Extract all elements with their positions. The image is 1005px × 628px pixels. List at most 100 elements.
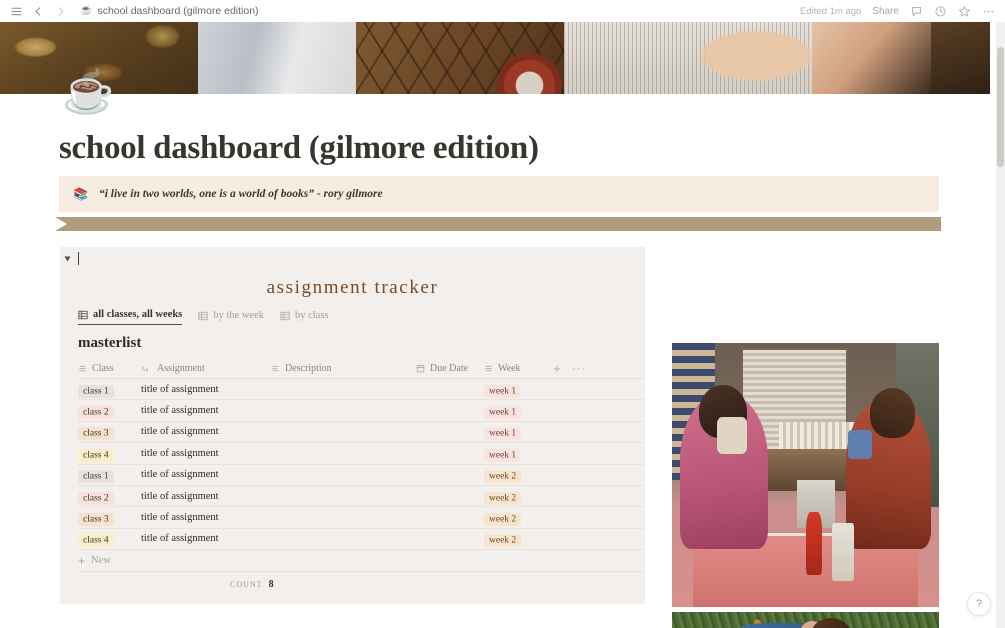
table-row[interactable]: class 1 title of assignment week 1 — [78, 379, 645, 401]
class-tag: class 4 — [78, 448, 114, 462]
autumn-grass-photo[interactable] — [672, 612, 939, 628]
quote-callout[interactable]: 📚 “i live in two worlds, one is a world … — [59, 176, 939, 212]
cell-class[interactable]: class 2 — [78, 487, 141, 505]
column-header-week[interactable]: Week — [484, 363, 546, 374]
diner-coffee-photo[interactable] — [672, 343, 939, 607]
arrow-right-icon[interactable] — [54, 5, 67, 18]
cell-assignment[interactable]: title of assignment — [141, 533, 271, 544]
table-row[interactable]: class 3 title of assignment week 2 — [78, 507, 645, 529]
week-tag: week 2 — [484, 534, 522, 548]
cell-class[interactable]: class 3 — [78, 423, 141, 441]
cell-class[interactable]: class 2 — [78, 402, 141, 420]
cell-class[interactable]: class 4 — [78, 444, 141, 462]
class-tag: class 4 — [78, 534, 114, 548]
class-tag: class 1 — [78, 384, 114, 398]
cell-assignment[interactable]: title of assignment — [141, 448, 271, 459]
table-icon — [78, 310, 88, 320]
count-label: COUNT — [230, 579, 263, 589]
cell-assignment[interactable]: title of assignment — [141, 491, 271, 502]
cell-assignment[interactable]: title of assignment — [141, 384, 271, 395]
class-tag: class 2 — [78, 406, 114, 420]
calendar-icon — [416, 364, 425, 373]
class-tag: class 3 — [78, 427, 114, 441]
week-tag: week 2 — [484, 513, 522, 527]
comment-icon[interactable] — [910, 5, 923, 18]
cell-week[interactable]: week 1 — [484, 423, 546, 441]
tab-by-the-week[interactable]: by the week — [198, 310, 264, 325]
star-icon[interactable] — [958, 5, 971, 18]
table-row[interactable]: class 2 title of assignment week 2 — [78, 486, 645, 508]
toggle-block[interactable] — [64, 252, 79, 265]
clock-icon[interactable] — [934, 5, 947, 18]
week-tag: week 2 — [484, 491, 522, 505]
count-value: 8 — [268, 578, 274, 590]
week-tag: week 1 — [484, 406, 522, 420]
books-icon: 📚 — [73, 187, 88, 201]
column-label: Assignment — [157, 363, 205, 374]
page-scrollbar-thumb[interactable] — [997, 47, 1004, 167]
cell-week[interactable]: week 1 — [484, 380, 546, 398]
table-row[interactable]: class 2 title of assignment week 1 — [78, 400, 645, 422]
page-cover-image[interactable] — [0, 22, 990, 94]
database-name[interactable]: masterlist — [78, 335, 141, 352]
help-button[interactable]: ? — [967, 592, 991, 616]
table-row[interactable]: class 3 title of assignment week 1 — [78, 422, 645, 444]
breadcrumb-emoji: ☕ — [80, 5, 93, 16]
page-title[interactable]: school dashboard (gilmore edition) — [59, 130, 539, 167]
new-row-label: New — [91, 555, 111, 567]
column-options-button[interactable]: ··· — [568, 363, 590, 375]
cell-class[interactable]: class 3 — [78, 509, 141, 527]
ribbon-divider — [55, 217, 941, 231]
cell-week[interactable]: week 1 — [484, 402, 546, 420]
tab-label: by class — [294, 310, 329, 321]
chevron-down-icon[interactable] — [64, 256, 71, 261]
ellipsis-icon[interactable] — [982, 5, 995, 18]
cell-week[interactable]: week 1 — [484, 444, 546, 462]
edited-status[interactable]: Edited 1m ago — [800, 6, 861, 17]
view-tabs: all classes, all weeks by the week by cl… — [78, 309, 329, 325]
cell-class[interactable]: class 1 — [78, 466, 141, 484]
breadcrumb-title: school dashboard (gilmore edition) — [97, 5, 259, 17]
cell-week[interactable]: week 2 — [484, 530, 546, 548]
column-label: Due Date — [430, 363, 469, 374]
cell-assignment[interactable]: title of assignment — [141, 469, 271, 480]
notion-page: ☕ school dashboard (gilmore edition) Edi… — [0, 0, 1005, 628]
class-tag: class 3 — [78, 513, 114, 527]
quote-text: “i live in two worlds, one is a world of… — [98, 188, 383, 200]
cell-assignment[interactable]: title of assignment — [141, 405, 271, 416]
table-row[interactable]: class 4 title of assignment week 2 — [78, 529, 645, 551]
svg-text:Aa: Aa — [141, 366, 149, 373]
tab-label: all classes, all weeks — [93, 309, 183, 320]
cell-assignment[interactable]: title of assignment — [141, 426, 271, 437]
column-header-assignment[interactable]: Aa Assignment — [141, 363, 271, 374]
count-summary[interactable]: COUNT 8 — [78, 572, 645, 596]
tab-by-class[interactable]: by class — [280, 310, 329, 325]
arrow-left-icon[interactable] — [32, 5, 45, 18]
table-row[interactable]: class 4 title of assignment week 1 — [78, 443, 645, 465]
cell-week[interactable]: week 2 — [484, 509, 546, 527]
column-label: Description — [285, 363, 332, 374]
page-icon[interactable]: ☕ — [62, 66, 114, 118]
column-header-description[interactable]: Description — [271, 363, 416, 374]
tab-all-classes-all-weeks[interactable]: all classes, all weeks — [78, 309, 183, 325]
page-scrollbar-track[interactable] — [996, 22, 1005, 628]
cell-assignment[interactable]: title of assignment — [141, 512, 271, 523]
cell-class[interactable]: class 4 — [78, 530, 141, 548]
assignment-tracker-block: assignment tracker all classes, all week… — [60, 247, 645, 604]
cell-week[interactable]: week 2 — [484, 487, 546, 505]
top-bar: ☕ school dashboard (gilmore edition) Edi… — [0, 0, 1005, 22]
grass-scene — [672, 612, 939, 628]
add-column-button[interactable]: + — [546, 361, 568, 376]
column-label: Class — [92, 363, 114, 374]
breadcrumb[interactable]: ☕ school dashboard (gilmore edition) — [80, 5, 259, 17]
cell-week[interactable]: week 2 — [484, 466, 546, 484]
new-row-button[interactable]: + New — [78, 550, 645, 573]
plus-icon: + — [78, 553, 86, 568]
column-header-class[interactable]: Class — [78, 363, 141, 374]
cell-class[interactable]: class 1 — [78, 380, 141, 398]
hamburger-icon[interactable] — [10, 5, 23, 18]
table-row[interactable]: class 1 title of assignment week 2 — [78, 465, 645, 486]
share-button[interactable]: Share — [872, 6, 899, 17]
column-header-due-date[interactable]: Due Date — [416, 363, 484, 374]
cover-photo — [0, 22, 990, 94]
